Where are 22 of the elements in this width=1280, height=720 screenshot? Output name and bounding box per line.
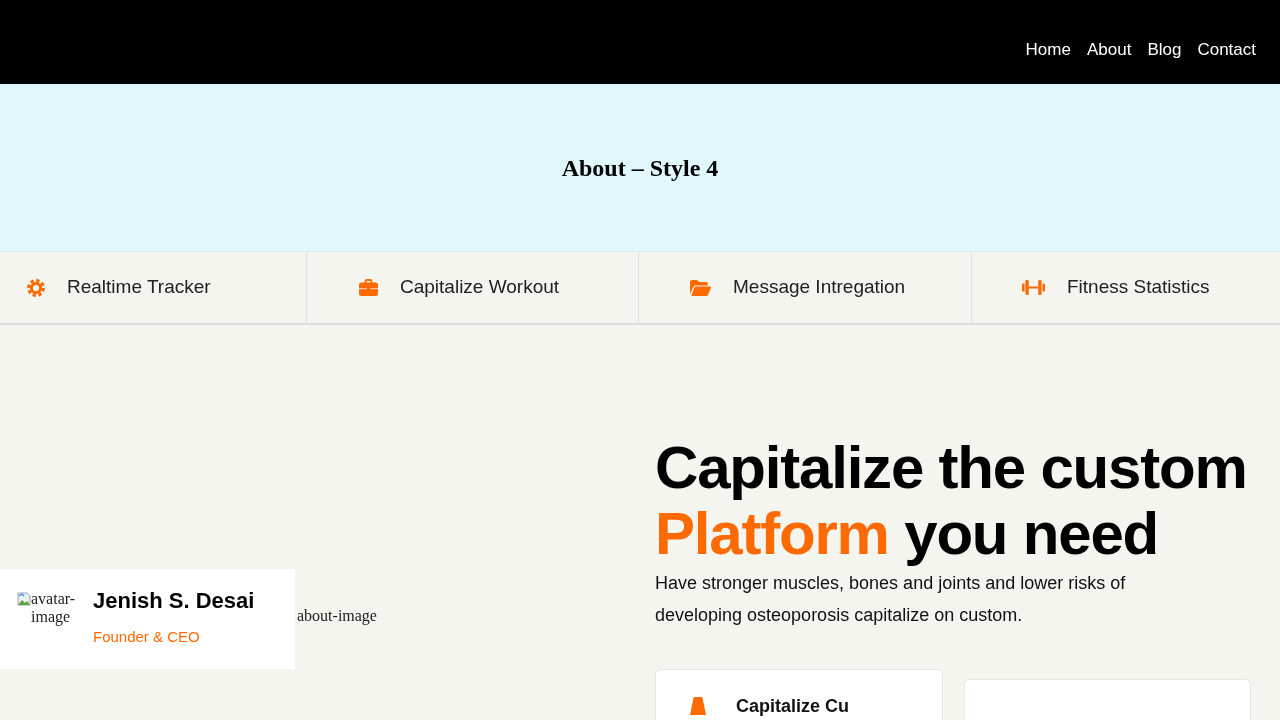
folder-icon (690, 279, 711, 296)
about-image-alt-text: about-image (297, 606, 377, 627)
avatar-alt-text: avatar-image (31, 590, 77, 626)
feature-label: Realtime Tracker (67, 275, 211, 300)
hero-heading: Capitalize the custom Platform you need (655, 435, 1248, 567)
feature-label: Fitness Statistics (1067, 275, 1210, 300)
card-title: Capitalize Cu (736, 696, 850, 716)
nav-link[interactable]: Blog (1147, 37, 1182, 63)
nav-link[interactable]: Contact (1197, 37, 1256, 63)
profile-role: Founder & CEO (93, 627, 201, 647)
feature-label: Capitalize Workout (400, 275, 560, 300)
profile-name: Jenish S. Desai (93, 588, 255, 614)
lampshade-icon (690, 697, 706, 715)
gear-icon (27, 278, 45, 297)
broken-image-icon (17, 592, 31, 606)
hero-description: Have stronger muscles, bones and joints and lower risks of developing osteoporosis capitalize on custom. (655, 572, 1127, 627)
page-title: About – Style 4 (561, 153, 719, 183)
dumbbell-icon (1022, 279, 1045, 296)
nav-link[interactable]: Home (1025, 37, 1071, 63)
nav-link[interactable]: About (1086, 37, 1132, 63)
feature-label: Message Intregation (733, 275, 906, 300)
briefcase-icon (359, 279, 378, 296)
